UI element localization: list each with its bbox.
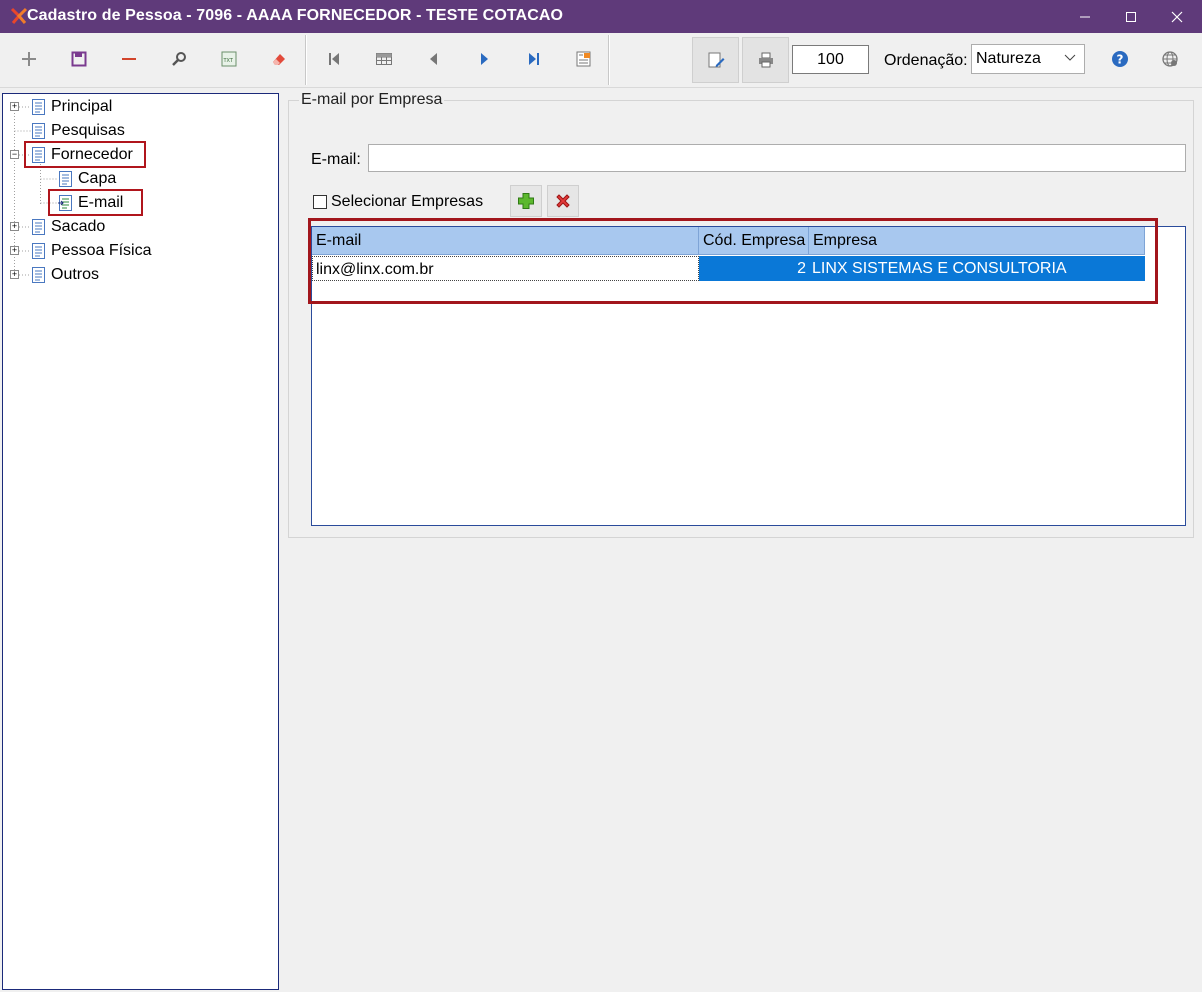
tree-item-pessoa-fisica[interactable]: Pessoa Física [31, 240, 151, 262]
export-txt-button[interactable]: TXT [211, 41, 247, 77]
toolbar: TXT 100 Ordenação: Natureza ? [0, 33, 1202, 88]
navigation-tree: + Principal Pesquisas − Fornecedor Capa … [2, 93, 279, 990]
tree-expander-sacado[interactable]: + [10, 222, 19, 231]
tree-item-label: Pessoa Física [51, 242, 152, 259]
edit-doc-icon [708, 52, 724, 68]
document-icon [59, 171, 72, 187]
svg-text:?: ? [1117, 53, 1124, 67]
eraser-icon [273, 54, 285, 65]
email-by-company-group: E-mail por Empresa E-mail: Selecionar Em… [288, 91, 1194, 538]
highlight-box [308, 218, 1158, 304]
tree-item-label: Principal [51, 98, 113, 115]
document-icon [32, 123, 45, 139]
tree-item-label: Pesquisas [51, 122, 125, 139]
tree-item-sacado[interactable]: Sacado [31, 216, 105, 238]
document-icon [32, 99, 45, 115]
previous-icon [430, 53, 437, 65]
toolbar-separator [305, 35, 307, 85]
help-icon: ? [1112, 51, 1128, 67]
close-button[interactable] [1154, 0, 1200, 33]
title-bar: Cadastro de Pessoa - 7096 - AAAA FORNECE… [0, 0, 1202, 33]
ordering-selected-value: Natureza [976, 50, 1041, 67]
search-icon [172, 52, 186, 66]
group-title: E-mail por Empresa [299, 91, 445, 109]
tree-item-capa[interactable]: Capa [58, 168, 116, 190]
tree-expander-principal[interactable]: + [10, 102, 19, 111]
grid-view-button[interactable] [366, 41, 402, 77]
tree-expander-outros[interactable]: + [10, 270, 19, 279]
tree-item-principal[interactable]: Principal [31, 96, 112, 118]
tree-item-label: Capa [78, 170, 117, 187]
red-x-icon [556, 194, 570, 208]
delete-button[interactable] [111, 41, 147, 77]
print-icon [758, 52, 773, 68]
email-label: E-mail: [311, 151, 361, 168]
print-button[interactable] [742, 37, 789, 83]
report-button[interactable] [566, 41, 602, 77]
globe-icon [1162, 51, 1178, 67]
tree-item-label: Outros [51, 266, 100, 283]
window-title: Cadastro de Pessoa - 7096 - AAAA FORNECE… [27, 7, 564, 24]
document-icon [32, 219, 45, 235]
select-companies-label[interactable]: Selecionar Empresas [331, 193, 483, 211]
svg-text:TXT: TXT [223, 58, 234, 64]
document-icon [32, 243, 45, 259]
help-button[interactable]: ? [1102, 41, 1138, 77]
first-record-button[interactable] [316, 41, 352, 77]
tree-expander-fornecedor[interactable]: − [10, 150, 19, 159]
next-record-button[interactable] [466, 41, 502, 77]
minimize-icon [1080, 16, 1090, 17]
content-panel: E-mail por Empresa E-mail: Selecionar Em… [281, 91, 1200, 990]
new-button[interactable] [11, 41, 47, 77]
clear-button[interactable] [261, 41, 297, 77]
highlight-box [48, 189, 143, 216]
minimize-button[interactable] [1062, 0, 1108, 33]
close-icon [1171, 11, 1183, 22]
edit-mode-button[interactable] [692, 37, 739, 83]
minus-icon [122, 58, 136, 60]
ordering-label: Ordenação: [884, 52, 968, 69]
green-plus-icon [518, 193, 534, 209]
tree-item-label: Sacado [51, 218, 106, 235]
chevron-down-icon [1064, 54, 1076, 61]
highlight-box [24, 141, 146, 168]
tree-item-outros[interactable]: Outros [31, 264, 99, 286]
report-icon [576, 51, 591, 67]
email-input[interactable] [368, 144, 1186, 172]
web-button[interactable] [1152, 41, 1188, 77]
save-button[interactable] [61, 41, 97, 77]
plus-icon [22, 52, 36, 66]
remove-email-button[interactable] [547, 185, 579, 217]
ordering-select[interactable]: Natureza [971, 44, 1085, 74]
first-record-icon [329, 53, 339, 65]
txt-export-icon: TXT [221, 51, 237, 67]
tree-expander-pessoa-fisica[interactable]: + [10, 246, 19, 255]
save-icon [71, 51, 87, 67]
tree-item-pesquisas[interactable]: Pesquisas [31, 120, 125, 142]
toolbar-separator [608, 35, 610, 85]
add-email-button[interactable] [510, 185, 542, 217]
last-record-button[interactable] [516, 41, 552, 77]
previous-record-button[interactable] [416, 41, 452, 77]
last-record-icon [529, 53, 539, 65]
x-logo-icon [10, 7, 28, 24]
zoom-input[interactable]: 100 [792, 45, 869, 74]
grid-icon [376, 53, 392, 65]
maximize-button[interactable] [1108, 0, 1154, 33]
search-button[interactable] [161, 41, 197, 77]
next-icon [481, 53, 488, 65]
document-icon [32, 267, 45, 283]
maximize-icon [1126, 11, 1136, 22]
select-companies-checkbox[interactable] [313, 195, 327, 209]
